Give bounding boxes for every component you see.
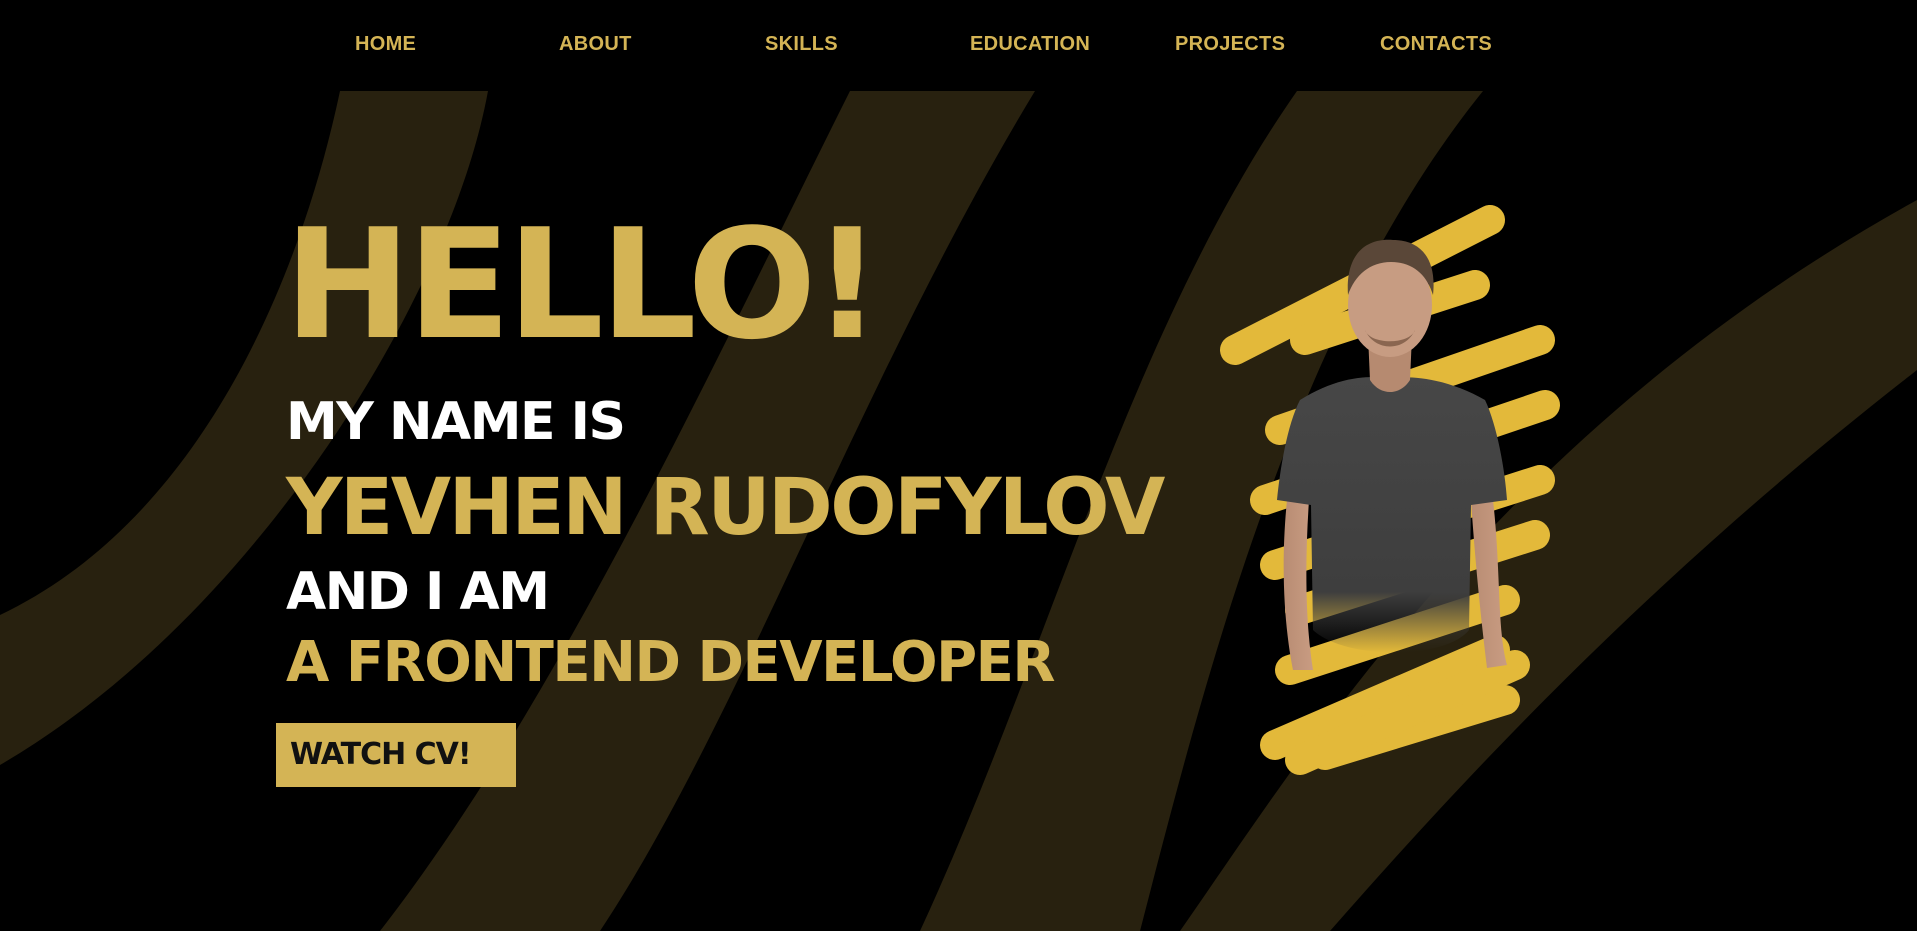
watch-cv-button[interactable]: WATCH CV!	[276, 723, 516, 787]
nav-link-education[interactable]: EDUCATION	[970, 30, 1090, 58]
hero-greeting: HELLO!	[284, 196, 882, 373]
hero-intro: MY NAME IS	[286, 392, 626, 452]
nav-link-projects[interactable]: PROJECTS	[1175, 30, 1285, 58]
nav-link-contacts[interactable]: CONTACTS	[1380, 30, 1492, 58]
hero-and-i-am: AND I AM	[286, 562, 550, 622]
hero-role: A FRONTEND DEVELOPER	[286, 630, 1056, 695]
top-navigation: HOME ABOUT SKILLS EDUCATION PROJECTS CON…	[0, 30, 1917, 58]
portrait-photo	[1220, 205, 1560, 775]
nav-link-home[interactable]: HOME	[355, 30, 416, 58]
nav-link-about[interactable]: ABOUT	[559, 30, 632, 58]
nav-link-skills[interactable]: SKILLS	[765, 30, 838, 58]
hero-name: YEVHEN RUDOFYLOV	[286, 463, 1165, 553]
